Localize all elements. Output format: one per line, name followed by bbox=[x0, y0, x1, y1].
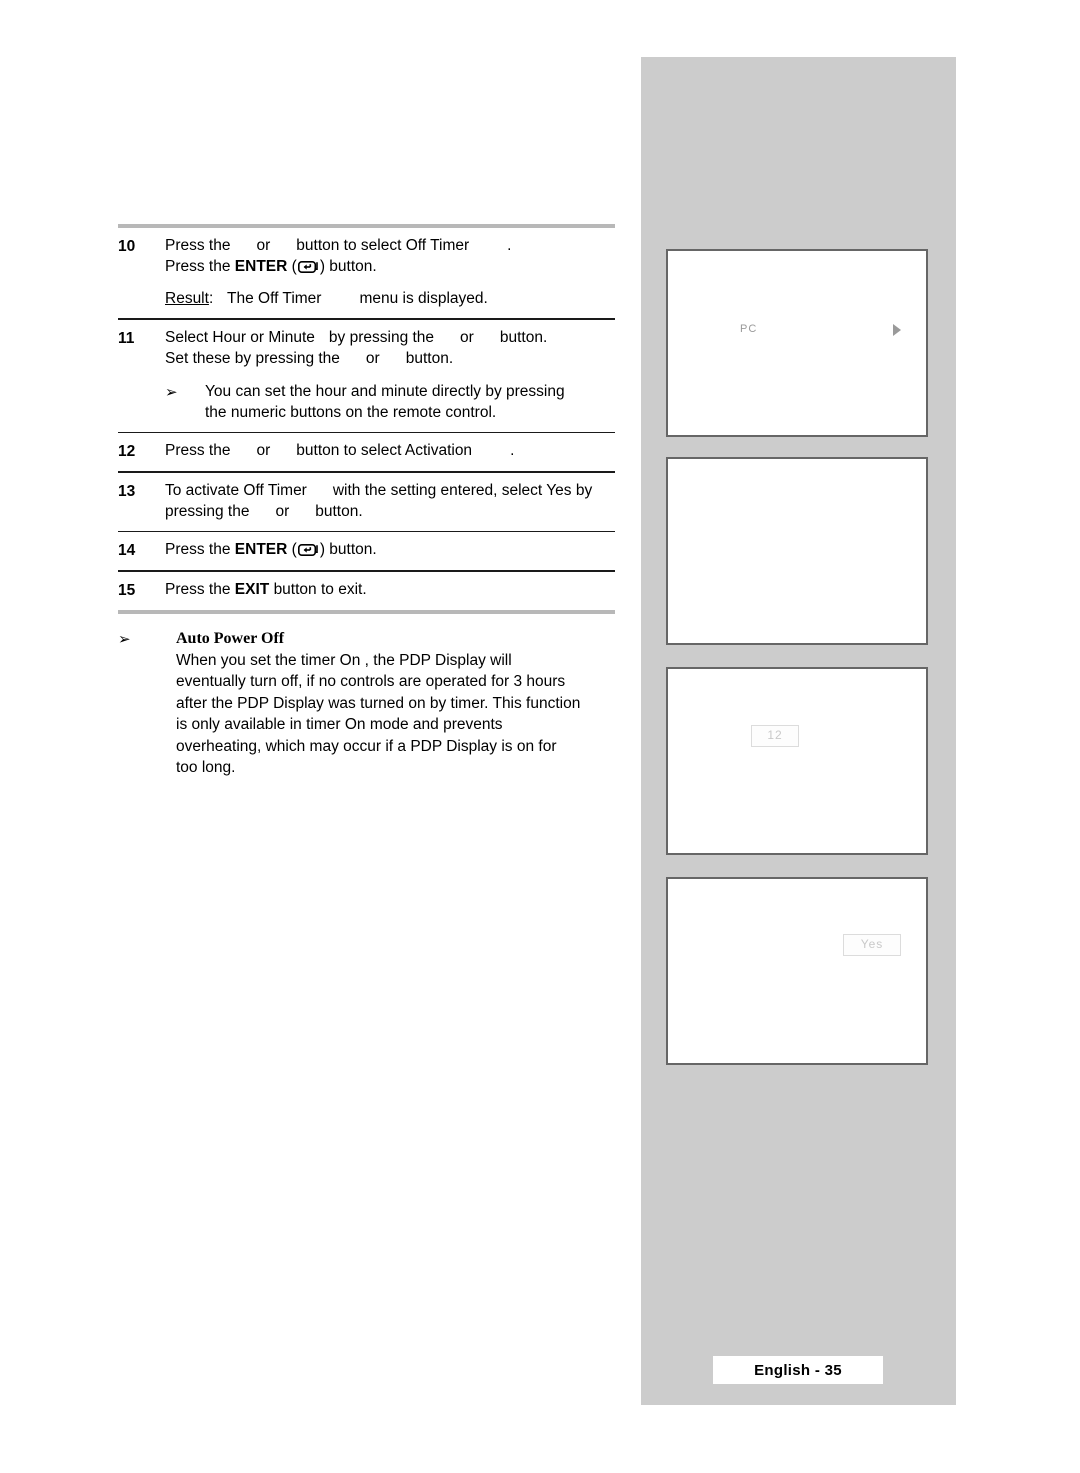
step-15-line1-prefix: Press the bbox=[165, 580, 231, 598]
step-10: 10 Press the or button to select Off Timer… bbox=[118, 228, 615, 318]
step-12: 12 Press the or button to select Activatio… bbox=[118, 433, 615, 471]
step-11-note-text: You can set the hour and minute directly… bbox=[205, 381, 615, 423]
auto-power-off-line3: after the PDP Display was turned on by t… bbox=[176, 694, 581, 712]
step-10-result: Result: The Off Timer menu is displayed. bbox=[165, 288, 615, 309]
step-15-exit-keyword: EXIT bbox=[234, 580, 270, 598]
step-15: 15 Press the EXIT button to exit. bbox=[118, 572, 615, 610]
step-14-body: Press the ENTER ( ) button. bbox=[165, 539, 615, 560]
step-11-note-line2: the numeric buttons on the remote contro… bbox=[205, 403, 497, 421]
chevron-right-icon bbox=[893, 324, 901, 336]
page-footer-label: English - 35 bbox=[754, 1361, 842, 1379]
auto-power-off-line2: eventually turn off, if no controls are … bbox=[176, 673, 566, 690]
arrow-bullet-icon: ➢ bbox=[118, 630, 131, 648]
step-12-line1-a: Press the bbox=[165, 442, 231, 459]
step-10-line2-prefix: Press the bbox=[165, 258, 231, 275]
step-11-line1-c: by pressing the bbox=[328, 328, 435, 346]
step-10-enter-keyword: ENTER bbox=[234, 258, 288, 275]
step-13-line1-a: To activate Off Timer bbox=[165, 481, 307, 499]
osd-value-box-time: 12 bbox=[751, 725, 799, 747]
step-11-body: Select Hour or Minute by pressing the or bu… bbox=[165, 327, 615, 423]
step-11-line2-a: Set these by pressing the bbox=[165, 349, 340, 367]
enter-key-icon bbox=[297, 261, 319, 273]
result-text-b: menu is displayed. bbox=[359, 290, 488, 307]
step-11-number: 11 bbox=[118, 329, 135, 347]
auto-power-off-line1: When you set the timer On , the PDP Disp… bbox=[176, 651, 512, 669]
osd-value-box-activation: Yes bbox=[843, 934, 901, 956]
auto-power-off-line6: too long. bbox=[176, 759, 236, 776]
step-10-body: Press the or button to select Off Timer. P… bbox=[165, 235, 615, 309]
osd-panel-blank bbox=[666, 457, 928, 645]
step-15-body: Press the EXIT button to exit. bbox=[165, 579, 615, 600]
step-12-line1-c: button to select Activation bbox=[296, 442, 473, 459]
step-11-line1-d: or bbox=[460, 328, 474, 346]
step-12-line1-b: or bbox=[256, 442, 271, 459]
step-12-line1-d: . bbox=[510, 442, 515, 459]
step-10-line2-suffix: ) button. bbox=[319, 258, 377, 275]
illustration-sidebar: PC 12 Yes English - 35 bbox=[641, 57, 956, 1405]
step-11-line1-e: button. bbox=[499, 328, 548, 346]
step-10-open-paren: ( bbox=[291, 258, 297, 275]
step-11-note: ➢ You can set the hour and minute direct… bbox=[165, 381, 615, 423]
result-colon: : bbox=[208, 290, 214, 307]
step-15-number: 15 bbox=[118, 581, 136, 599]
auto-power-off-note: ➢ Auto Power Off When you set the timer … bbox=[118, 614, 615, 779]
step-13-line2-b: or bbox=[275, 502, 290, 520]
auto-power-off-title: Auto Power Off bbox=[176, 629, 285, 647]
step-13-line1-b: with the setting entered, select Yes by bbox=[332, 481, 593, 499]
result-text: The Off Timer menu is displayed. bbox=[227, 288, 488, 309]
step-11: 11 Select Hour or Minute by pressing the o… bbox=[118, 320, 615, 432]
step-14: 14 Press the ENTER ( ) button. bbox=[118, 532, 615, 570]
step-10-line1-c: button to select Off Timer bbox=[296, 237, 470, 254]
osd-panel-pc-menu: PC bbox=[666, 249, 928, 437]
step-11-line1-a: Select Hour bbox=[165, 328, 246, 346]
step-11-line2-c: button. bbox=[405, 349, 454, 367]
step-10-line1-b: or bbox=[256, 237, 271, 254]
step-10-number: 10 bbox=[118, 238, 136, 255]
step-13: 13 To activate Off Timer with the setting… bbox=[118, 473, 615, 531]
step-13-number: 13 bbox=[118, 482, 136, 500]
step-14-number: 14 bbox=[118, 542, 136, 559]
step-14-line1-prefix: Press the bbox=[165, 541, 231, 558]
instruction-column: 10 Press the or button to select Off Timer… bbox=[118, 224, 615, 779]
auto-power-off-line5: overheating, which may occur if a PDP Di… bbox=[176, 737, 557, 755]
step-13-body: To activate Off Timer with the setting en… bbox=[165, 480, 615, 522]
step-10-line1-d: . bbox=[507, 237, 512, 254]
auto-power-off-line4: is only available in timer On mode and p… bbox=[176, 716, 503, 733]
step-15-line1-suffix: button to exit. bbox=[273, 580, 367, 598]
step-14-open-paren: ( bbox=[291, 541, 297, 558]
step-11-line1-b: or Minute bbox=[250, 328, 315, 346]
step-12-number: 12 bbox=[118, 443, 136, 460]
step-13-line2-c: button. bbox=[315, 502, 363, 520]
step-14-enter-keyword: ENTER bbox=[234, 541, 288, 558]
step-14-line1-suffix: ) button. bbox=[319, 541, 377, 558]
step-12-body: Press the or button to select Activation. bbox=[165, 440, 615, 461]
step-11-note-line1: You can set the hour and minute directly… bbox=[205, 382, 565, 400]
osd-label-pc: PC bbox=[740, 323, 758, 335]
step-10-line1-a: Press the bbox=[165, 237, 231, 254]
auto-power-off-text: Auto Power Off When you set the timer On… bbox=[176, 628, 615, 779]
osd-panel-time-value: 12 bbox=[666, 667, 928, 855]
result-word: Result bbox=[165, 290, 209, 307]
result-label: Result: bbox=[165, 288, 227, 309]
page-footer-tab: English - 35 bbox=[713, 1356, 883, 1384]
enter-key-icon bbox=[297, 544, 319, 556]
osd-panel-activation-value: Yes bbox=[666, 877, 928, 1065]
step-11-line2-b: or bbox=[365, 349, 380, 367]
arrow-bullet-icon: ➢ bbox=[165, 383, 178, 401]
result-text-a: The Off Timer bbox=[227, 290, 322, 307]
step-13-line2-a: pressing the bbox=[165, 502, 250, 520]
